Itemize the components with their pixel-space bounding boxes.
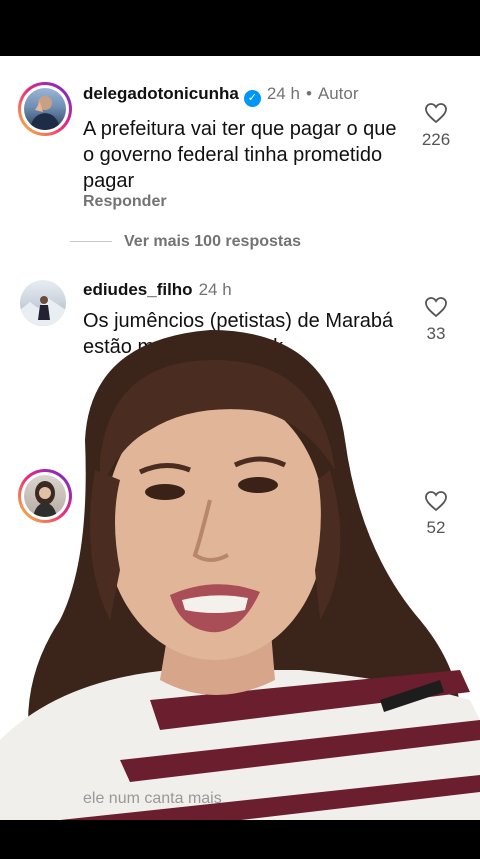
separator-dot: • (305, 84, 312, 103)
view-more-label: Ver mais 100 respostas (124, 233, 302, 250)
timestamp: 24 h (266, 84, 300, 103)
avatar[interactable] (18, 82, 72, 136)
comment-meta: ediudes_filho 24 h (83, 280, 232, 300)
heart-icon (425, 103, 447, 124)
bottom-black-bar (0, 820, 480, 854)
avatar-photo-icon (30, 96, 60, 130)
heart-icon (425, 297, 447, 318)
speaker-illustration (0, 330, 480, 854)
author-label: Autor (317, 84, 359, 103)
verified-badge-icon: ✓ (243, 90, 261, 107)
view-more-replies[interactable]: Ver mais 100 respostas (70, 233, 301, 251)
like-button[interactable]: 226 (416, 102, 456, 150)
timestamp: 24 h (198, 280, 232, 299)
comment-text: A prefeitura vai ter que pagar o que o g… (83, 118, 397, 192)
username[interactable]: ediudes_filho (83, 280, 193, 299)
reply-button[interactable]: Responder (83, 193, 167, 211)
video-caption: ele num canta mais (83, 790, 222, 807)
top-black-bar (0, 0, 480, 56)
speaker-video-overlay[interactable] (0, 320, 480, 854)
username[interactable]: delegadotonicunha (83, 84, 239, 103)
comment-meta: delegadotonicunha ✓ 24 h • Autor (83, 84, 359, 107)
like-count: 226 (421, 130, 451, 149)
divider-line (70, 241, 112, 243)
